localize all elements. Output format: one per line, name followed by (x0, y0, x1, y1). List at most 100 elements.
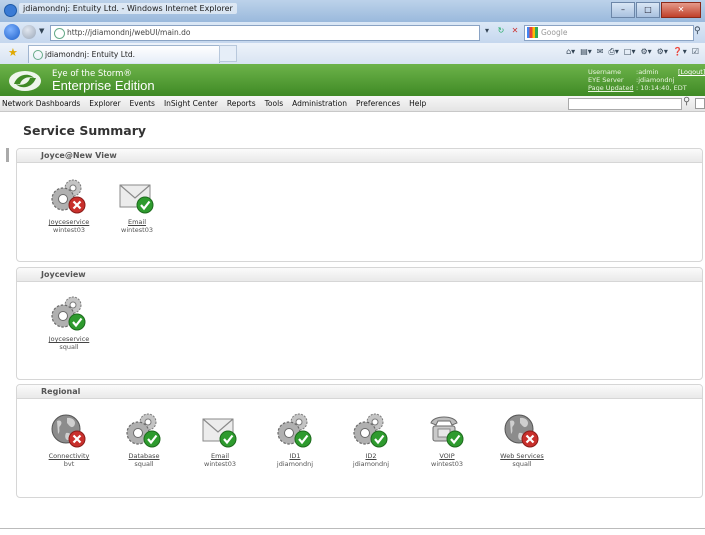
menu-items: Network Dashboards Explorer Events InSig… (2, 99, 435, 108)
globe-icon (51, 414, 86, 448)
service-host: squall (134, 460, 154, 468)
main-menu: Network Dashboards Explorer Events InSig… (0, 96, 705, 112)
minimize-icon[interactable]: – (611, 2, 635, 18)
service-host: wintest03 (204, 460, 236, 468)
back-button[interactable] (4, 24, 20, 40)
google-logo-icon (527, 27, 538, 38)
favorites-bar: ★ jdiamondnj: Entuity Ltd. ⌂▾ ▤▾ ✉ ⎙▾ □▾… (0, 43, 705, 65)
service-name-link[interactable]: Web Services (484, 452, 560, 460)
service-group: Regional Connectivity bvt Database squal… (16, 384, 703, 498)
menu-reports[interactable]: Reports (227, 99, 256, 108)
service-name-link[interactable]: VOIP (409, 452, 485, 460)
search-input[interactable]: Google (524, 25, 694, 41)
service-host: squall (59, 343, 79, 351)
page-bottom-border (0, 528, 705, 529)
globe-icon (504, 414, 539, 448)
email-envelope-icon (202, 418, 237, 448)
menu-help[interactable]: Help (409, 99, 426, 108)
service-group-header: Joyceview (17, 268, 702, 282)
service-name-link[interactable]: Database (106, 452, 182, 460)
help-icon[interactable]: ❓▾ (673, 47, 687, 57)
service-item[interactable]: Email wintest03 (99, 177, 175, 234)
menu-explorer[interactable]: Explorer (89, 99, 120, 108)
stop-icon[interactable]: ✕ (508, 26, 522, 39)
menu-tools[interactable]: Tools (265, 99, 283, 108)
service-group-header: Regional (17, 385, 702, 399)
service-item[interactable]: ID2 jdiamondnj (333, 411, 409, 468)
service-host: wintest03 (121, 226, 153, 234)
close-icon[interactable]: ✕ (661, 2, 701, 18)
service-group: Joyceview Joyceservice squall (16, 267, 703, 380)
service-name-link[interactable]: Joyceservice (31, 335, 107, 343)
url-text: http://jdiamondnj/webUI/main.do (67, 28, 191, 37)
app-search-input[interactable] (568, 98, 682, 110)
service-gears-icon (51, 179, 86, 214)
mail-icon[interactable]: ✉ (597, 47, 604, 57)
server-value: :jdiamondnj (636, 76, 675, 84)
menu-administration[interactable]: Administration (292, 99, 347, 108)
service-item[interactable]: Email wintest03 (182, 411, 258, 468)
service-item[interactable]: Connectivity bvt (31, 411, 107, 468)
page-updated-link[interactable]: Page Updated (588, 84, 636, 92)
feeds-icon[interactable]: ▤▾ (580, 47, 592, 57)
service-gears-icon (51, 296, 86, 331)
menu-insight-center[interactable]: InSight Center (164, 99, 218, 108)
app-search-icon[interactable]: ⚲ (683, 96, 690, 107)
service-item[interactable]: Joyceservice wintest03 (31, 177, 107, 234)
username-label: Username (588, 68, 622, 76)
tools-icon[interactable]: ⚙▾ (657, 47, 668, 57)
new-tab-button[interactable] (219, 45, 237, 62)
service-name-link[interactable]: Email (99, 218, 175, 226)
service-name-link[interactable]: ID1 (257, 452, 333, 460)
username-value: :admin (636, 68, 659, 76)
menu-events[interactable]: Events (130, 99, 155, 108)
service-host: wintest03 (53, 226, 85, 234)
menu-preferences[interactable]: Preferences (356, 99, 400, 108)
window-title-bar: jdiamondnj: Entuity Ltd. - Windows Inter… (0, 0, 705, 22)
url-controls: ▾ ↻ ✕ (480, 26, 522, 39)
service-item[interactable]: Web Services squall (484, 411, 560, 468)
home-icon[interactable]: ⌂▾ (566, 47, 575, 57)
safety-icon[interactable]: ⚙▾ (640, 47, 651, 57)
url-field[interactable]: http://jdiamondnj/webUI/main.do (50, 25, 480, 41)
search-icon[interactable]: ⚲ (694, 26, 701, 36)
service-name-link[interactable]: Connectivity (31, 452, 107, 460)
service-item[interactable]: Database squall (106, 411, 182, 468)
url-dropdown-icon[interactable]: ▾ (480, 26, 494, 39)
service-name-link[interactable]: Joyceservice (31, 218, 107, 226)
history-dropdown-icon[interactable]: ▼ (39, 27, 44, 35)
service-name-link[interactable]: ID2 (333, 452, 409, 460)
service-name-link[interactable]: Email (182, 452, 258, 460)
service-host: wintest03 (431, 460, 463, 468)
service-host: bvt (63, 460, 75, 468)
toolbar-extra-icon[interactable]: ☑ (692, 47, 699, 57)
service-host: jdiamondnj (276, 460, 314, 468)
service-gears-icon (277, 413, 312, 448)
window-controls: – □ ✕ (610, 2, 701, 18)
refresh-icon[interactable]: ↻ (494, 26, 508, 39)
email-envelope-icon (119, 184, 154, 214)
page-icon (54, 28, 65, 39)
service-group-header: Joyce@New View (17, 149, 702, 163)
command-bar: ⌂▾ ▤▾ ✉ ⎙▾ □▾ ⚙▾ ⚙▾ ❓▾ ☑ (561, 47, 699, 57)
logout-link[interactable]: [Logout] (678, 68, 705, 76)
panel-toggle-icon[interactable] (695, 98, 705, 109)
address-bar: ▼ http://jdiamondnj/webUI/main.do ▾ ↻ ✕ … (0, 22, 705, 43)
service-item[interactable]: VOIP wintest03 (409, 411, 485, 468)
app-header: Eye of the Storm® Enterprise Edition Use… (0, 64, 705, 96)
service-item[interactable]: Joyceservice squall (31, 294, 107, 351)
service-group-title: Joyce@New View (41, 151, 117, 160)
service-item[interactable]: ID1 jdiamondnj (257, 411, 333, 468)
maximize-icon[interactable]: □ (636, 2, 660, 18)
print-icon[interactable]: ⎙▾ (608, 47, 618, 57)
service-group-title: Joyceview (41, 270, 86, 279)
forward-button[interactable] (22, 25, 36, 39)
menu-network-dashboards[interactable]: Network Dashboards (2, 99, 80, 108)
window-title: jdiamondnj: Entuity Ltd. - Windows Inter… (19, 3, 237, 14)
page-menu-icon[interactable]: □▾ (624, 47, 636, 57)
server-label: EYE Server (588, 76, 624, 84)
entuity-logo-icon (9, 71, 41, 91)
favorites-star-icon[interactable]: ★ (8, 46, 18, 59)
session-info: Username :admin EYE Server :jdiamondnj Pag… (588, 68, 687, 92)
browser-tab[interactable]: jdiamondnj: Entuity Ltd. (28, 45, 220, 63)
